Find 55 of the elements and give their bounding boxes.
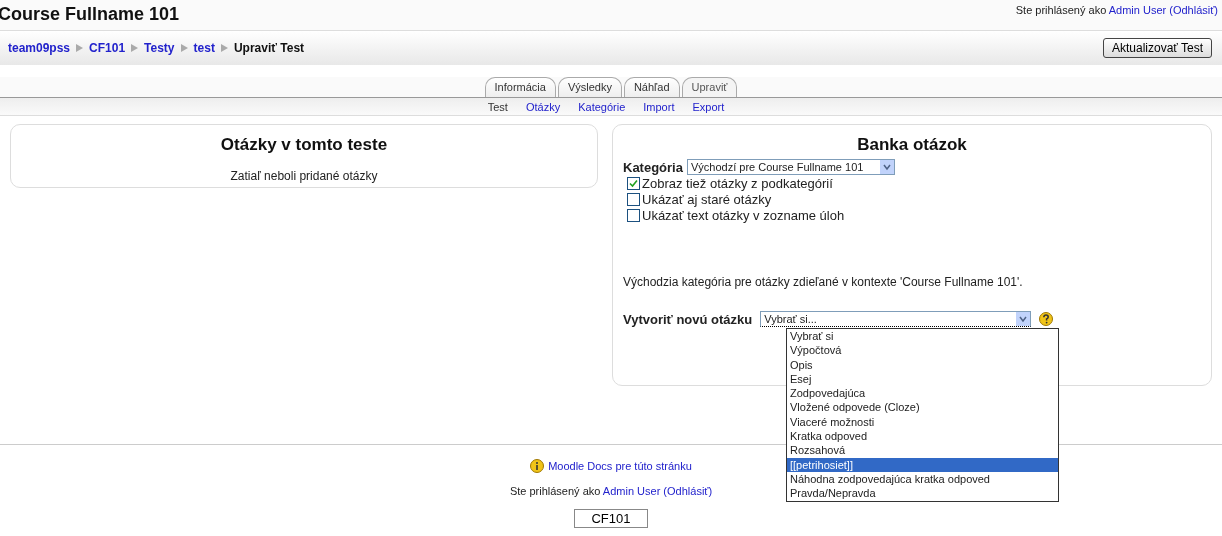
empty-message: Zatiaľ neboli pridané otázky bbox=[229, 169, 379, 183]
checkbox[interactable] bbox=[627, 192, 640, 206]
breadcrumb-link[interactable]: Testy bbox=[144, 41, 175, 55]
info-icon bbox=[530, 459, 545, 473]
course-button[interactable]: CF101 bbox=[574, 509, 648, 528]
help-icon[interactable] bbox=[1039, 312, 1054, 326]
dropdown-option[interactable]: Esej bbox=[787, 371, 1058, 387]
login-info: Ste prihlásený ako Admin User (Odhlásiť) bbox=[1015, 4, 1218, 16]
logout-link[interactable]: (Odhlásiť) bbox=[663, 485, 713, 497]
breadcrumb-link[interactable]: test bbox=[193, 41, 215, 55]
breadcrumb-separator-icon bbox=[131, 44, 139, 52]
dropdown-option[interactable]: [[petrihosiet]] bbox=[787, 457, 1058, 472]
subtab[interactable]: Export bbox=[692, 100, 725, 113]
login-info: Ste prihlásený ako Admin User (Odhlásiť) bbox=[509, 485, 713, 497]
dropdown-option[interactable]: Náhodna zodpovedajúca kratka odpoved bbox=[787, 471, 1058, 487]
subtab[interactable]: Otázky bbox=[525, 100, 561, 113]
panel-title: Otázky v tomto teste bbox=[219, 135, 389, 155]
breadcrumb-link[interactable]: team09pss bbox=[8, 41, 71, 55]
breadcrumb-separator-icon bbox=[220, 44, 228, 52]
dropdown-option[interactable]: Vybrať si bbox=[787, 329, 1058, 344]
update-test-button[interactable]: Aktualizovať Test bbox=[1103, 38, 1212, 58]
dropdown-option[interactable]: Vložené odpovede (Cloze) bbox=[787, 400, 1058, 415]
breadcrumb-current: Upraviť Test bbox=[233, 41, 305, 55]
checkbox[interactable] bbox=[627, 176, 640, 190]
dropdown-option[interactable]: Pravda/Nepravda bbox=[787, 486, 1058, 501]
tab[interactable]: Náhľad bbox=[623, 77, 680, 97]
panel-title: Banka otázok bbox=[856, 135, 968, 155]
subtab[interactable]: Import bbox=[643, 100, 675, 113]
category-label: Kategória bbox=[623, 159, 683, 175]
dropdown-option[interactable]: Výpočtová bbox=[787, 343, 1058, 358]
tab[interactable]: Výsledky bbox=[557, 77, 622, 97]
tab[interactable]: Upraviť bbox=[681, 77, 738, 97]
docs-link[interactable]: Moodle Docs pre túto stránku bbox=[548, 460, 692, 472]
breadcrumb-separator-icon bbox=[76, 44, 84, 52]
create-question-label: Vytvoriť novú otázku bbox=[623, 311, 753, 327]
breadcrumb-link[interactable]: CF101 bbox=[89, 41, 126, 55]
dropdown-option[interactable]: Zodpovedajúca bbox=[787, 386, 1058, 401]
checkbox-label: Ukázať aj staré otázky bbox=[642, 191, 772, 207]
logout-link[interactable]: (Odhlásiť) bbox=[1169, 4, 1218, 16]
question-type-select[interactable]: Vybrať si... bbox=[760, 311, 1032, 327]
subtab[interactable]: Kategórie bbox=[578, 100, 626, 113]
category-select[interactable]: Východzí pre Course Fullname 101 bbox=[686, 159, 895, 175]
info-text: Východzia kategória pre otázky zdieľané v kontexte 'Course Fullname 101'. bbox=[623, 275, 1024, 289]
dropdown-option[interactable]: Opis bbox=[787, 357, 1058, 372]
user-link[interactable]: Admin User bbox=[602, 485, 661, 497]
subtab[interactable]: Test bbox=[487, 100, 508, 113]
dropdown-option[interactable]: Kratka odpoved bbox=[787, 429, 1058, 444]
checkbox[interactable] bbox=[627, 208, 640, 222]
dropdown-option[interactable]: Rozsahová bbox=[787, 443, 1058, 458]
checkbox-label: Ukázať text otázky v zozname úloh bbox=[642, 207, 845, 223]
tab[interactable]: Informácia bbox=[484, 77, 556, 97]
user-link[interactable]: Admin User bbox=[1108, 4, 1167, 16]
breadcrumb-separator-icon bbox=[180, 44, 188, 52]
checkbox-label: Zobraz tiež otázky z podkategórií bbox=[642, 175, 833, 191]
dropdown-option[interactable]: Viaceré možnosti bbox=[787, 414, 1058, 430]
